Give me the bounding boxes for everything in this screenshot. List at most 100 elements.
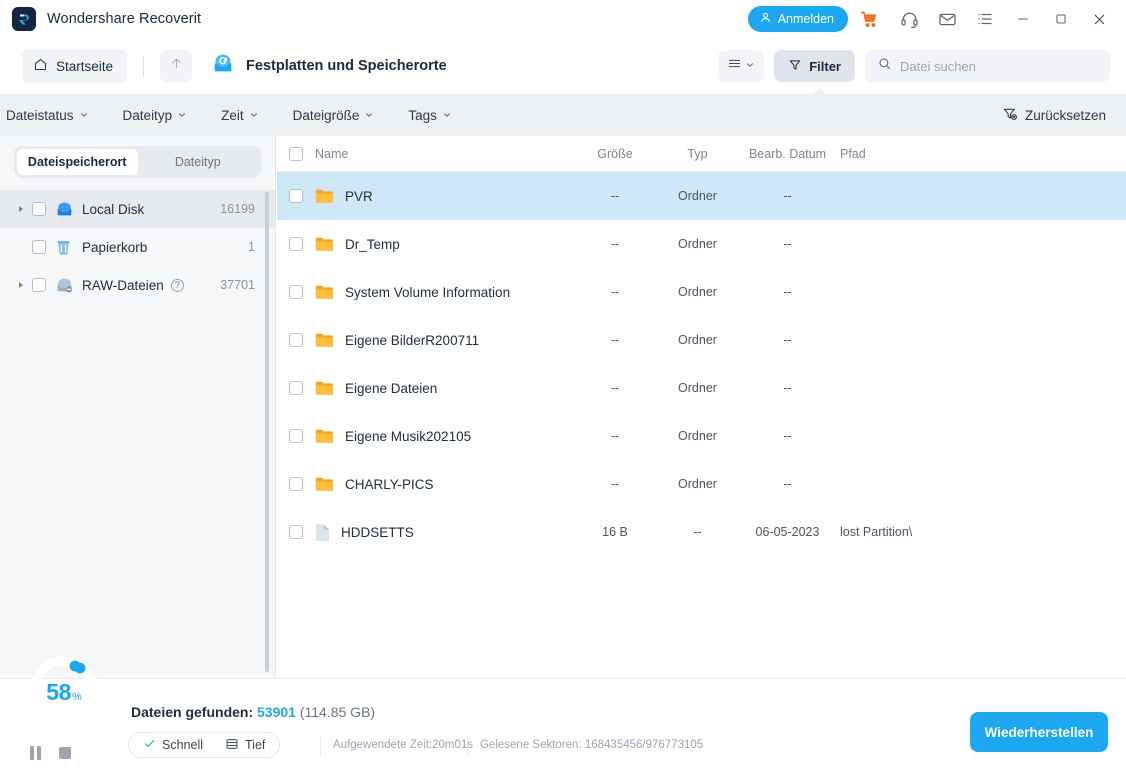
table-row[interactable]: PVR -- Ordner -- [277,172,1126,220]
scan-mode-deep-label: Tief [245,738,266,752]
row-checkbox[interactable] [289,429,303,443]
row-select-cell [277,525,315,539]
headset-icon[interactable] [890,0,928,38]
filter-dropdown-zeit[interactable]: Zeit [215,104,265,127]
row-checkbox[interactable] [289,525,303,539]
filter-dropdown-dateistatus[interactable]: Dateistatus [0,104,95,127]
chevron-down-icon [177,108,187,123]
column-header-path[interactable]: Pfad [840,147,1010,161]
reset-filters-button[interactable]: Zurücksetzen [1002,106,1106,125]
row-date: 06-05-2023 [755,525,820,539]
column-header-size[interactable]: Größe [570,147,660,161]
sign-in-button[interactable]: Anmelden [747,6,848,32]
table-row[interactable]: Eigene BilderR200711 -- Ordner -- [277,316,1126,364]
mail-icon[interactable] [928,0,966,38]
table-row[interactable]: HDDSETTS 16 B -- 06-05-2023 lost Partiti… [277,508,1126,556]
hard-disk-icon [55,201,75,218]
tree-item-count: 1 [248,240,255,254]
pause-icon[interactable] [30,746,41,760]
row-size: -- [610,477,620,491]
home-button[interactable]: Startseite [22,49,128,83]
column-header-date[interactable]: Bearb. Datum [735,147,840,161]
row-checkbox[interactable] [289,237,303,251]
progress-percent-symbol: % [72,691,82,703]
filter-button[interactable]: Filter [774,50,855,82]
scan-progress-ring: 58 % [22,649,106,733]
row-checkbox[interactable] [289,285,303,299]
filter-dropdown-tags[interactable]: Tags [402,104,458,127]
table-row[interactable]: CHARLY-PICS -- Ordner -- [277,460,1126,508]
row-name: Eigene Musik202105 [345,428,472,444]
user-icon [759,11,772,27]
table-row[interactable]: Eigene Musik202105 -- Ordner -- [277,412,1126,460]
home-icon [33,57,48,75]
table-row[interactable]: Eigene Dateien -- Ordner -- [277,364,1126,412]
tree-item-checkbox[interactable] [32,278,46,292]
row-size: -- [610,189,620,203]
title-bar: Wondershare Recoverit Anmelden [0,0,1126,38]
tab-dateityp[interactable]: Dateityp [138,149,259,175]
search-box[interactable] [865,50,1110,82]
scan-mode-quick[interactable]: Schnell [143,737,203,753]
sidebar-scrollbar[interactable] [265,192,269,672]
row-checkbox[interactable] [289,381,303,395]
filter-label: Filter [809,58,841,74]
select-all-checkbox[interactable] [289,146,303,161]
row-type: Ordner [678,381,717,395]
filter-dropdown-label: Dateityp [122,107,173,123]
shopping-cart-icon[interactable] [848,0,890,38]
minimize-icon[interactable] [1004,0,1042,38]
tab-dateispeicherort[interactable]: Dateispeicherort [17,149,138,175]
row-date: -- [783,237,792,251]
check-icon [143,737,156,753]
home-label: Startseite [56,58,114,74]
progress-value: 58 [46,679,71,705]
row-name-cell: Eigene BilderR200711 [315,332,570,348]
scan-controls [30,746,71,760]
tree-item-papierkorb[interactable]: Papierkorb 1 [0,228,275,266]
folder-icon [315,429,334,443]
tree-item-local-disk[interactable]: Local Disk 16199 [0,190,275,228]
navigate-up-button[interactable] [160,50,193,82]
filter-dropdown-dateigroesse[interactable]: Dateigröße [287,104,381,127]
files-found-size: (114.85 GB) [299,704,376,720]
folder-icon [315,189,334,203]
folder-icon [315,237,334,251]
column-header-type[interactable]: Typ [660,147,735,161]
search-input[interactable] [900,58,1098,74]
tree-item-raw-dateien[interactable]: RAW-Dateien ? 37701 [0,266,275,304]
row-size: -- [610,333,620,347]
expand-twisty-icon[interactable] [14,206,28,212]
tree-item-checkbox[interactable] [32,240,46,254]
filter-dropdown-dateityp[interactable]: Dateityp [117,104,194,127]
tree-item-checkbox[interactable] [32,202,46,216]
sign-in-label: Anmelden [777,12,834,26]
breadcrumb[interactable]: Festplatten und Speicherorte [210,52,447,81]
expand-twisty-icon[interactable] [14,282,28,288]
table-row[interactable]: System Volume Information -- Ordner -- [277,268,1126,316]
row-type: Ordner [678,189,717,203]
files-found-line: Dateien gefunden: 53901 (114.85 GB) [131,704,375,720]
chevron-down-icon [249,108,259,123]
folder-icon [315,381,334,395]
row-size: 16 B [602,525,628,539]
stop-icon[interactable] [59,747,71,759]
column-header-name[interactable]: Name [315,147,570,161]
search-icon [877,56,892,76]
table-row[interactable]: Dr_Temp -- Ordner -- [277,220,1126,268]
scan-mode-deep[interactable]: Tief [225,737,265,754]
close-icon[interactable] [1080,0,1118,38]
row-checkbox[interactable] [289,477,303,491]
select-all-cell [277,146,315,161]
filter-dropdown-label: Zeit [221,107,244,123]
list-menu-icon[interactable] [966,0,1004,38]
recover-button[interactable]: Wiederherstellen [970,712,1108,752]
row-date: -- [783,333,792,347]
view-options-button[interactable] [718,50,765,82]
row-checkbox[interactable] [289,189,303,203]
help-icon[interactable]: ? [170,278,184,292]
maximize-icon[interactable] [1042,0,1080,38]
row-checkbox[interactable] [289,333,303,347]
row-name: System Volume Information [345,284,511,300]
row-name: Eigene BilderR200711 [345,332,480,348]
